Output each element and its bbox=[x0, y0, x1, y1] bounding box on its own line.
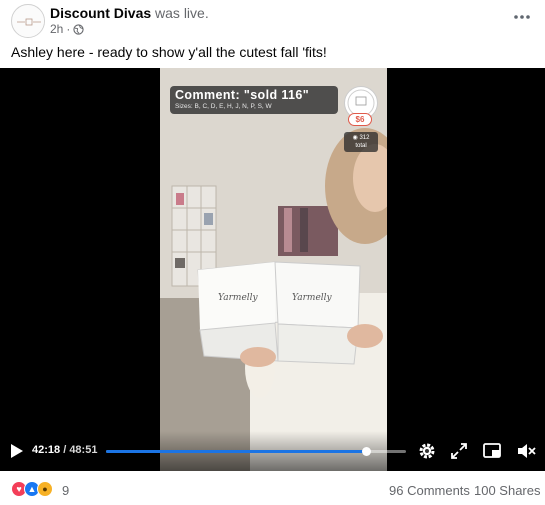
comment-overlay: Comment: "sold 116" Sizes: B, C, D, E, H… bbox=[170, 86, 338, 114]
viewer-count-badge: ◉ 312 total bbox=[344, 132, 378, 152]
more-dots-icon bbox=[514, 15, 530, 19]
wow-reaction-icon: ● bbox=[37, 481, 53, 497]
video-player[interactable]: Yarmelly Yarmelly Comment: "sold 116" Si… bbox=[0, 68, 545, 471]
engagement-bar: ♥ ▲ ● 9 96 Comments 100 Shares bbox=[0, 471, 545, 505]
progress-handle[interactable] bbox=[361, 447, 371, 456]
play-icon[interactable] bbox=[10, 443, 24, 459]
total-time: 48:51 bbox=[69, 444, 98, 456]
reaction-icons[interactable]: ♥ ▲ ● bbox=[11, 481, 53, 497]
video-frame: Yarmelly Yarmelly Comment: "sold 116" Si… bbox=[160, 68, 387, 471]
video-scene-image: Yarmelly Yarmelly bbox=[160, 68, 387, 471]
more-options-button[interactable] bbox=[511, 6, 533, 28]
globe-icon bbox=[73, 23, 84, 35]
video-controls: 42:18 / 48:51 bbox=[0, 431, 545, 471]
live-status-text: was live. bbox=[155, 5, 209, 21]
progress-bar[interactable] bbox=[106, 447, 406, 456]
sizes-line: Sizes: B, C, D, E, H, J, N, P, S, W bbox=[175, 103, 272, 110]
page-logo-icon bbox=[13, 6, 44, 37]
reaction-count[interactable]: 9 bbox=[62, 483, 69, 498]
product-box-right: Yarmelly bbox=[274, 261, 361, 365]
mute-icon[interactable] bbox=[516, 441, 536, 461]
viewer-label: total bbox=[355, 143, 367, 149]
page-name-line: Discount Divas was live. bbox=[50, 5, 209, 21]
svg-text:Yarmelly: Yarmelly bbox=[292, 293, 333, 303]
progress-fill bbox=[106, 450, 366, 453]
price-tag: $6 bbox=[348, 113, 372, 126]
picture-in-picture-icon[interactable] bbox=[482, 441, 502, 461]
page-avatar[interactable] bbox=[11, 4, 45, 38]
svg-text:Yarmelly: Yarmelly bbox=[218, 293, 259, 303]
comment-sold-text: Comment: "sold 116" bbox=[175, 88, 310, 102]
eye-icon: ◉ bbox=[352, 135, 358, 141]
current-time: 42:18 bbox=[32, 444, 61, 456]
post-meta: 2h · bbox=[50, 22, 84, 36]
fullscreen-icon[interactable] bbox=[449, 441, 469, 461]
post-header: Discount Divas was live. 2h · bbox=[0, 0, 545, 40]
settings-gear-icon[interactable] bbox=[417, 441, 437, 461]
page-name-link[interactable]: Discount Divas bbox=[50, 5, 151, 21]
time-display: 42:18 / 48:51 bbox=[32, 444, 97, 456]
meta-separator: · bbox=[66, 22, 71, 36]
post-caption: Ashley here - ready to show y'all the cu… bbox=[11, 44, 327, 60]
product-box-left: Yarmelly bbox=[197, 261, 281, 362]
time-separator: / bbox=[60, 444, 70, 456]
post-timestamp[interactable]: 2h bbox=[50, 22, 63, 36]
viewer-count: 312 bbox=[359, 135, 370, 141]
comments-count[interactable]: 96 Comments bbox=[389, 483, 470, 498]
shares-count[interactable]: 100 Shares bbox=[474, 483, 541, 498]
